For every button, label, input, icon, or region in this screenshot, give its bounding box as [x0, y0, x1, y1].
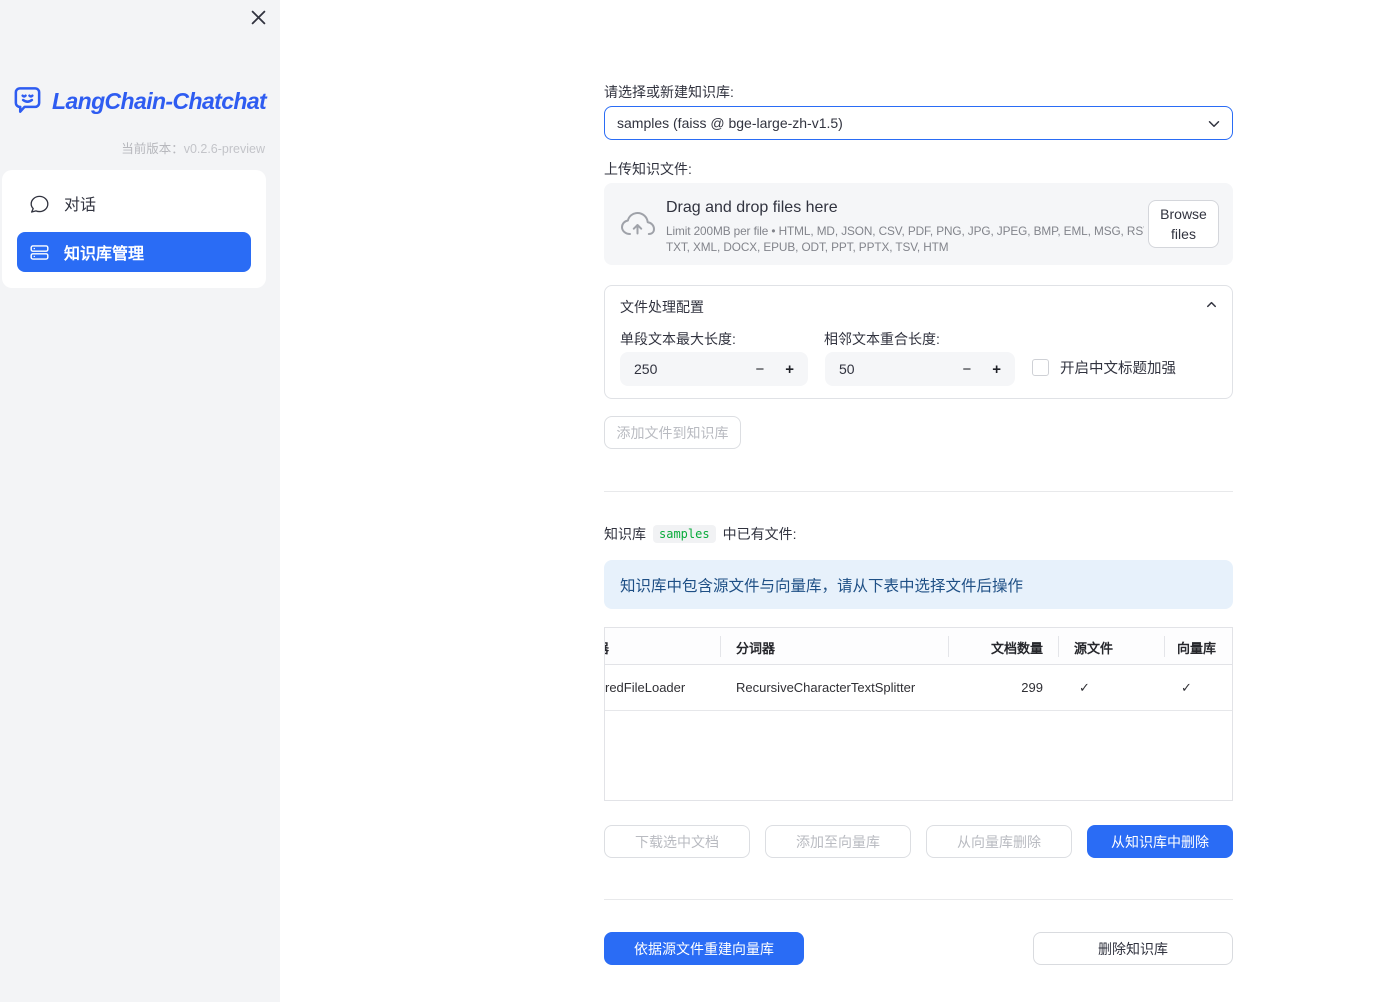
app-logo: LangChain-Chatchat [11, 85, 267, 118]
kb-selectbox[interactable]: samples (faiss @ bge-large-zh-v1.5) [604, 106, 1233, 140]
sidebar-item-dialogue[interactable]: 对话 [17, 183, 251, 223]
plus-button[interactable]: + [785, 362, 794, 377]
sidebar-menu: 对话 知识库管理 [2, 170, 266, 288]
add-files-to-kb-button[interactable]: 添加文件到知识库 [604, 416, 741, 449]
column-divider [1164, 636, 1165, 657]
table-row[interactable]: redFileLoader RecursiveCharacterTextSpli… [605, 665, 1232, 711]
expander-title[interactable]: 文件处理配置 [620, 297, 704, 317]
minus-button[interactable]: − [962, 362, 971, 377]
table-header-row: 器 分词器 文档数量 源文件 向量库 [605, 628, 1232, 665]
kb-name-code: samples [653, 525, 716, 543]
sidebar: LangChain-Chatchat 当前版本：v0.2.6-preview 对… [0, 0, 280, 1002]
delete-kb-button[interactable]: 删除知识库 [1033, 932, 1233, 965]
chevron-up-icon[interactable] [1204, 297, 1219, 312]
chunk-overlap-stepper[interactable]: 50 − + [825, 352, 1015, 386]
close-icon [251, 10, 266, 25]
zh-title-enhance-checkbox[interactable] [1032, 359, 1049, 376]
sidebar-item-kb-management[interactable]: 知识库管理 [17, 232, 251, 272]
version-label: 当前版本： [121, 142, 184, 156]
dropzone-limits-line2: TXT, XML, DOCX, EPUB, ODT, PPT, PPTX, TS… [666, 240, 949, 254]
add-to-vector-store-button[interactable]: 添加至向量库 [765, 825, 911, 858]
upload-label: 上传知识文件: [604, 161, 692, 177]
dropzone-limits: Limit 200MB per file • HTML, MD, JSON, C… [666, 223, 1144, 255]
browse-files-button[interactable]: Browse files [1148, 200, 1219, 248]
col-header-splitter: 分词器 [736, 641, 776, 656]
rebuild-vector-store-button[interactable]: 依据源文件重建向量库 [604, 932, 804, 965]
kb-select-label: 请选择或新建知识库: [604, 84, 734, 100]
version-text: 当前版本：v0.2.6-preview [121, 138, 265, 157]
version-value: v0.2.6-preview [183, 142, 265, 156]
file-config-expander: 文件处理配置 单段文本最大长度: 相邻文本重合长度: 250 − + 50 − … [604, 285, 1233, 399]
kb-files-suffix: 中已有文件: [722, 526, 797, 542]
divider [604, 899, 1233, 900]
col-header-source-file: 源文件 [1074, 641, 1114, 656]
logo-chat-icon [11, 85, 44, 118]
cell-splitter: RecursiveCharacterTextSplitter [736, 680, 916, 695]
dropzone-title: Drag and drop files here [666, 199, 838, 216]
plus-button[interactable]: + [992, 362, 1001, 377]
chunk-size-label: 单段文本最大长度: [620, 331, 736, 347]
divider [604, 491, 1233, 492]
sidebar-item-label: 对话 [64, 197, 97, 214]
cloud-upload-icon [620, 209, 656, 239]
kb-files-heading: 知识库 samples 中已有文件: [604, 524, 796, 544]
delete-from-kb-button[interactable]: 从知识库中删除 [1087, 825, 1233, 858]
zh-title-enhance-label: 开启中文标题加强 [1060, 361, 1176, 377]
kb-selected-value: samples (faiss @ bge-large-zh-v1.5) [617, 115, 843, 131]
sidebar-item-label: 知识库管理 [64, 246, 145, 263]
app-root: LangChain-Chatchat 当前版本：v0.2.6-preview 对… [0, 0, 1380, 1002]
col-header-doc-count: 文档数量 [990, 641, 1043, 656]
chunk-size-stepper[interactable]: 250 − + [620, 352, 808, 386]
column-divider [720, 636, 721, 657]
column-divider [1058, 636, 1059, 657]
chunk-size-value: 250 [634, 361, 658, 377]
chevron-down-icon [1205, 115, 1223, 133]
kb-stack-icon [30, 243, 49, 262]
dropzone-limits-line1: Limit 200MB per file • HTML, MD, JSON, C… [666, 224, 1144, 238]
chunk-overlap-value: 50 [839, 361, 855, 377]
cell-in-vector-check: ✓ [1181, 680, 1192, 695]
info-alert: 知识库中包含源文件与向量库，请从下表中选择文件后操作 [604, 560, 1233, 609]
delete-from-vector-store-button[interactable]: 从向量库删除 [926, 825, 1072, 858]
sidebar-close-button[interactable] [249, 8, 267, 26]
col-header-loader: 器 [605, 638, 609, 657]
file-uploader-dropzone[interactable]: Drag and drop files here Limit 200MB per… [604, 183, 1233, 265]
column-divider [948, 636, 949, 657]
minus-button[interactable]: − [755, 362, 764, 377]
kb-files-prefix: 知识库 [604, 526, 646, 542]
info-alert-text: 知识库中包含源文件与向量库，请从下表中选择文件后操作 [620, 577, 1024, 595]
chunk-overlap-label: 相邻文本重合长度: [824, 331, 940, 347]
zh-title-enhance-option: 开启中文标题加强 [1032, 357, 1176, 378]
download-selected-button[interactable]: 下载选中文档 [604, 825, 750, 858]
chat-icon [30, 194, 49, 213]
col-header-vector-store: 向量库 [1177, 641, 1217, 656]
cell-loader: redFileLoader [605, 680, 686, 695]
kb-files-table[interactable]: 器 分词器 文档数量 源文件 向量库 redFileLoader Recursi… [604, 627, 1233, 801]
cell-in-source-check: ✓ [1079, 680, 1090, 695]
logo-text: LangChain-Chatchat [52, 88, 267, 114]
cell-doc-count: 299 [1021, 680, 1043, 695]
